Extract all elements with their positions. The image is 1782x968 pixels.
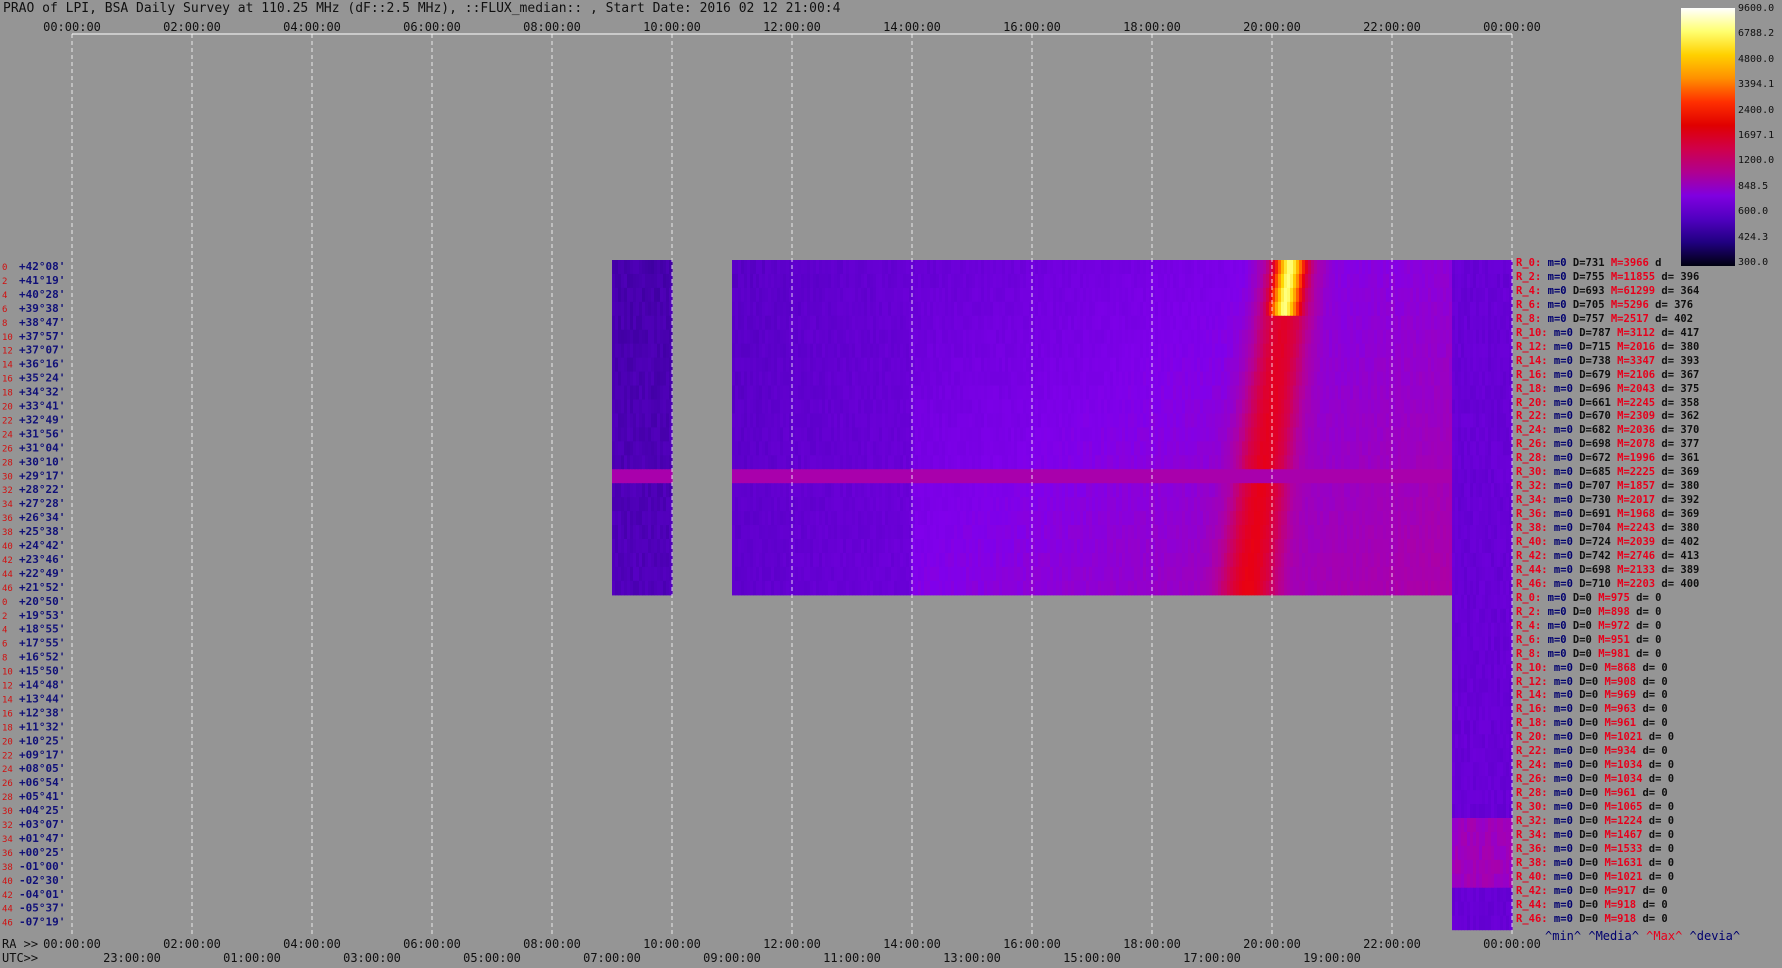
heatmap-area (612, 260, 1513, 931)
heatmap-chart: 00:00:00 02:00:00 04:00:00 06:00:00 08:00:00… (2, 20, 1541, 965)
